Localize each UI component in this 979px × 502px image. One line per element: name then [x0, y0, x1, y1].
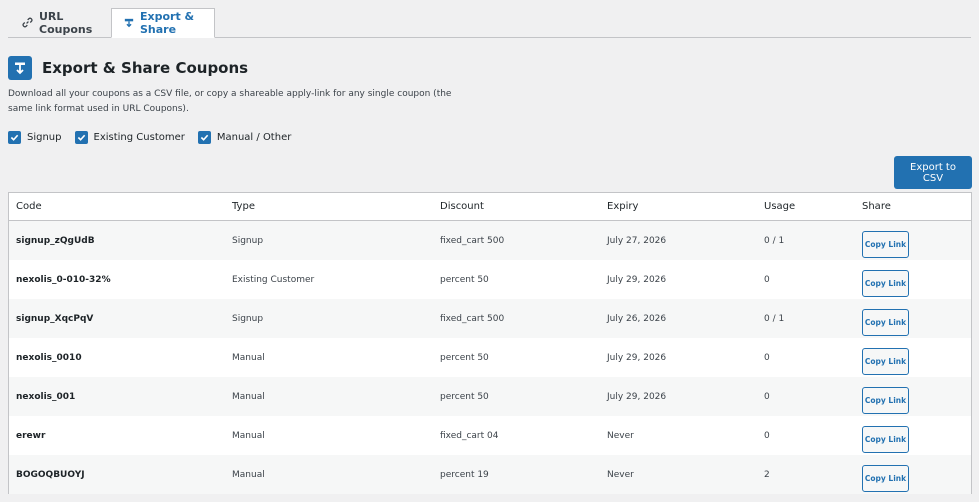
cell-share: Copy Link — [855, 220, 971, 260]
cell-expiry: July 27, 2026 — [600, 220, 757, 260]
cell-discount: percent 19 — [433, 455, 600, 494]
cell-share: Copy Link — [855, 416, 971, 455]
cell-share: Copy Link — [855, 377, 971, 416]
cell-code: nexolis_001 — [9, 377, 225, 416]
cell-type: Manual — [225, 377, 433, 416]
copy-link-button[interactable]: Copy Link — [862, 387, 909, 414]
table-header-row: Code Type Discount Expiry Usage Share — [9, 193, 971, 221]
table-row: nexolis_0010 Manual percent 50 July 29, … — [9, 338, 971, 377]
checkbox-signup[interactable] — [8, 131, 21, 144]
cell-usage: 0 — [757, 377, 855, 416]
checkbox-existing-customer[interactable] — [74, 131, 88, 144]
tab-url-coupons[interactable]: URL Coupons — [10, 8, 110, 37]
cell-usage: 0 — [764, 352, 770, 363]
tab-export-share-label: Export & Share — [140, 10, 195, 36]
cell-usage: 2 — [757, 455, 855, 494]
tab-export-share[interactable]: Export & Share — [111, 8, 215, 38]
filter-manual-other-label: Manual / Other — [216, 132, 292, 143]
table-row: BOGOQBUOYJ Manual percent 19 Never 2 Cop… — [9, 455, 971, 494]
cell-code: signup_zQgUdB — [9, 220, 225, 260]
tab-url-coupons-label: URL Coupons — [39, 9, 93, 36]
coupons-table-grid: Code Type Discount Expiry Usage Share si… — [9, 193, 971, 494]
copy-link-button[interactable]: Copy Link — [862, 426, 909, 453]
cell-share: Copy Link — [855, 338, 971, 377]
filter-existing-customer[interactable]: Existing Customer — [74, 131, 185, 144]
column-header-share: Share — [855, 193, 971, 221]
cell-share: Copy Link — [855, 260, 971, 299]
column-header-discount: Discount — [433, 193, 600, 221]
checkmark-icon — [200, 134, 209, 141]
cell-expiry: July 26, 2026 — [600, 299, 757, 338]
page-header: Export & Share Coupons — [8, 56, 248, 80]
column-header-expiry: Expiry — [600, 193, 757, 221]
checkbox-manual-other[interactable] — [197, 131, 211, 144]
cell-discount: percent 50 — [440, 274, 489, 285]
link-icon — [22, 17, 33, 28]
table-row: signup_XqcPqV Signup fixed_cart 500 July… — [9, 299, 971, 338]
cell-code: nexolis_0-010-32% — [16, 274, 111, 285]
coupons-table: Code Type Discount Expiry Usage Share si… — [8, 192, 972, 494]
cell-expiry: Never — [607, 430, 634, 441]
filter-signup-label: Signup — [27, 132, 62, 143]
cell-code: nexolis_0010 — [16, 352, 82, 363]
page-description: Download all your coupons as a CSV file,… — [8, 89, 452, 114]
filter-signup[interactable]: Signup — [8, 131, 62, 144]
export-icon — [8, 56, 32, 80]
cell-discount: fixed_cart 500 — [433, 299, 600, 338]
cell-code: signup_XqcPqV — [9, 299, 225, 338]
cell-type: Manual — [225, 455, 433, 494]
cell-code: BOGOQBUOYJ — [9, 455, 225, 494]
copy-link-button[interactable]: Copy Link — [862, 309, 909, 336]
tab-bar: URL Coupons Export & Share — [8, 8, 971, 38]
filter-manual-other[interactable]: Manual / Other — [197, 131, 292, 144]
cell-type: Signup — [225, 299, 433, 338]
cell-share: Copy Link — [855, 299, 971, 338]
cell-usage: 0 / 1 — [757, 220, 855, 260]
cell-usage: 0 — [764, 274, 770, 285]
column-header-usage: Usage — [757, 193, 855, 221]
table-row: signup_zQgUdB Signup fixed_cart 500 July… — [9, 220, 971, 260]
copy-link-button[interactable]: Copy Link — [862, 348, 909, 375]
cell-discount: fixed_cart 500 — [433, 220, 600, 260]
export-csv-button[interactable]: Export to CSV — [894, 156, 972, 189]
cell-usage: 0 / 1 — [757, 299, 855, 338]
cell-expiry: July 29, 2026 — [607, 352, 667, 363]
cell-code: erewr — [16, 430, 46, 441]
table-row: nexolis_0-010-32% Existing Customer perc… — [9, 260, 971, 299]
column-header-type: Type — [225, 193, 433, 221]
cell-expiry: July 29, 2026 — [600, 377, 757, 416]
table-row: nexolis_001 Manual percent 50 July 29, 2… — [9, 377, 971, 416]
download-icon — [124, 18, 134, 28]
cell-discount: percent 50 — [440, 352, 489, 363]
page-title: Export & Share Coupons — [42, 59, 249, 77]
cell-type: Signup — [225, 220, 433, 260]
checkmark-icon — [10, 134, 19, 141]
cell-share: Copy Link — [855, 455, 971, 494]
cell-discount: fixed_cart 04 — [440, 430, 499, 441]
table-row: erewr Manual fixed_cart 04 Never 0 Copy … — [9, 416, 971, 455]
copy-link-button[interactable]: Copy Link — [862, 231, 909, 258]
cell-type: Manual — [232, 352, 265, 363]
checkmark-icon — [77, 134, 85, 141]
type-filters: Signup Existing Customer Manual / Other — [8, 131, 291, 144]
copy-link-button[interactable]: Copy Link — [862, 270, 909, 297]
copy-link-button[interactable]: Copy Link — [862, 465, 909, 492]
filter-existing-customer-label: Existing Customer — [93, 132, 185, 143]
cell-type: Manual — [232, 430, 265, 441]
cell-discount: percent 50 — [433, 377, 600, 416]
cell-expiry: July 29, 2026 — [607, 274, 667, 285]
column-header-code: Code — [9, 193, 225, 221]
cell-expiry: Never — [600, 455, 757, 494]
cell-type: Existing Customer — [232, 274, 315, 285]
cell-usage: 0 — [764, 430, 770, 441]
